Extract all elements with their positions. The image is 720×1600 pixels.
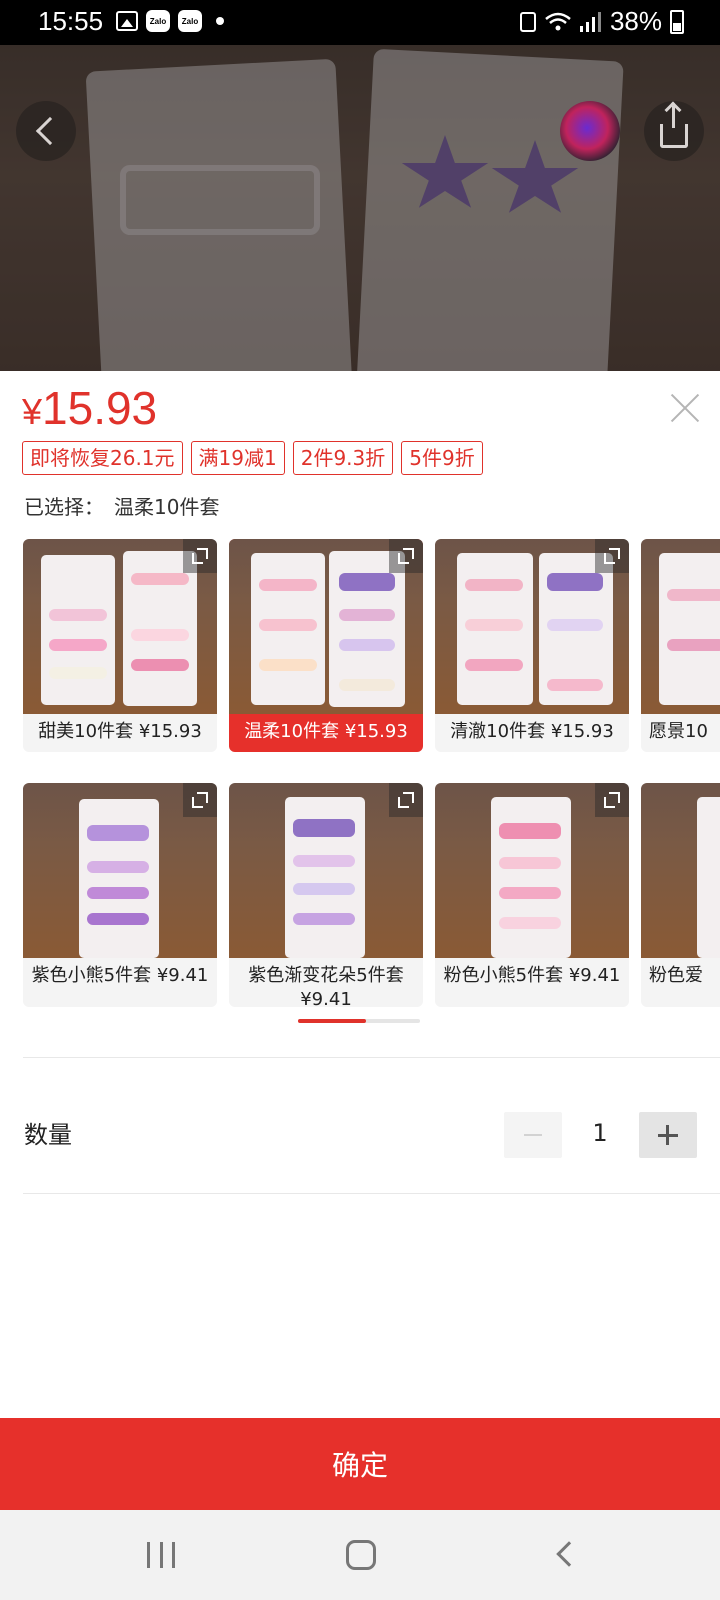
quantity-increase-button[interactable] xyxy=(639,1112,697,1158)
selected-label: 已选择： xyxy=(24,495,104,519)
share-button[interactable] xyxy=(644,101,704,161)
expand-icon[interactable] xyxy=(595,539,629,573)
product-image xyxy=(0,45,720,371)
promo-tags: 即将恢复26.1元 满19减1 2件9.3折 5件9折 xyxy=(22,441,483,475)
divider xyxy=(23,1057,720,1058)
image-notification-icon xyxy=(116,11,138,31)
variant-label: 甜美10件套 ¥15.93 xyxy=(38,721,202,742)
quantity-value[interactable]: 1 xyxy=(580,1119,620,1147)
system-icons: 38% xyxy=(519,6,684,37)
share-icon xyxy=(660,106,688,148)
expand-icon[interactable] xyxy=(389,783,423,817)
variant-label: 粉色爱 xyxy=(649,965,703,986)
wifi-icon xyxy=(545,12,571,30)
variant-thumbnail xyxy=(435,783,629,958)
variant-option-selected[interactable]: 温柔10件套 ¥15.93 xyxy=(229,539,423,752)
more-notifications-dot-icon xyxy=(216,17,224,25)
sku-selector-sheet: ¥15.93 即将恢复26.1元 满19减1 2件9.3折 5件9折 已选择： 温… xyxy=(0,371,720,1418)
variant-thumbnail xyxy=(23,539,217,714)
status-bar: 15:55 Zalo Zalo 38% xyxy=(0,0,720,45)
promo-tag: 即将恢复26.1元 xyxy=(22,441,183,475)
battery-saver-icon xyxy=(519,11,536,32)
variant-option[interactable]: 紫色渐变花朵5件套 ¥9.41 xyxy=(229,783,423,1007)
quantity-label: 数量 xyxy=(24,1121,72,1149)
close-icon[interactable] xyxy=(670,393,700,423)
expand-icon[interactable] xyxy=(595,783,629,817)
zalo-notification-icon: Zalo xyxy=(178,10,202,32)
signal-icon xyxy=(579,11,601,32)
expand-icon[interactable] xyxy=(183,783,217,817)
zalo-notification-icon: Zalo xyxy=(146,10,170,32)
variant-option[interactable]: 甜美10件套 ¥15.93 xyxy=(23,539,217,752)
variant-option[interactable]: 粉色小熊5件套 ¥9.41 xyxy=(435,783,629,1007)
variant-grid[interactable]: 甜美10件套 ¥15.93 温柔10件套 ¥15.93 清澈10件套 ¥15.9… xyxy=(23,539,720,1019)
home-button[interactable] xyxy=(346,1540,376,1570)
variant-scroll-thumb xyxy=(298,1019,367,1023)
variant-option[interactable]: 清澈10件套 ¥15.93 xyxy=(435,539,629,752)
variant-label: 愿景10 xyxy=(649,721,708,742)
price: ¥15.93 xyxy=(22,381,157,435)
promo-tag: 2件9.3折 xyxy=(292,441,394,475)
promo-tag: 5件9折 xyxy=(401,441,483,475)
battery-icon xyxy=(670,9,684,34)
variant-thumbnail xyxy=(435,539,629,714)
overlay-dim[interactable] xyxy=(0,45,720,371)
system-nav-bar xyxy=(0,1510,720,1600)
price-value: 15.93 xyxy=(42,382,158,434)
promo-tag: 满19减1 xyxy=(190,441,285,475)
variant-label: 紫色小熊5件套 ¥9.41 xyxy=(31,965,209,986)
variant-scroll-indicator xyxy=(298,1019,420,1023)
back-icon xyxy=(35,116,65,146)
back-button[interactable] xyxy=(16,101,76,161)
quantity-decrease-button[interactable] xyxy=(504,1112,562,1158)
expand-icon[interactable] xyxy=(389,539,423,573)
variant-option[interactable]: 愿景10 xyxy=(641,539,720,752)
notification-icons: Zalo Zalo xyxy=(116,10,224,32)
status-time: 15:55 xyxy=(38,6,104,36)
system-back-button[interactable] xyxy=(556,1541,582,1567)
expand-icon[interactable] xyxy=(183,539,217,573)
confirm-button[interactable]: 确定 xyxy=(0,1418,720,1510)
selected-variant-row: 已选择： 温柔10件套 xyxy=(24,491,219,520)
variant-label: 清澈10件套 ¥15.93 xyxy=(450,721,614,742)
price-currency: ¥ xyxy=(22,391,43,432)
variant-thumbnail xyxy=(229,783,423,958)
variant-label: 温柔10件套 ¥15.93 xyxy=(244,721,408,742)
variant-option[interactable]: 粉色爱 xyxy=(641,783,720,1007)
shop-logo-button[interactable] xyxy=(560,101,620,161)
variant-thumbnail xyxy=(641,539,720,714)
variant-thumbnail xyxy=(229,539,423,714)
variant-option[interactable]: 紫色小熊5件套 ¥9.41 xyxy=(23,783,217,1007)
variant-thumbnail xyxy=(641,783,720,958)
selected-value: 温柔10件套 xyxy=(114,495,220,519)
variant-label: 紫色渐变花朵5件套 ¥9.41 xyxy=(248,965,404,1007)
recent-apps-button[interactable] xyxy=(147,1542,175,1568)
variant-thumbnail xyxy=(23,783,217,958)
variant-label: 粉色小熊5件套 ¥9.41 xyxy=(443,965,621,986)
battery-percent: 38% xyxy=(609,6,662,36)
divider xyxy=(23,1193,720,1194)
